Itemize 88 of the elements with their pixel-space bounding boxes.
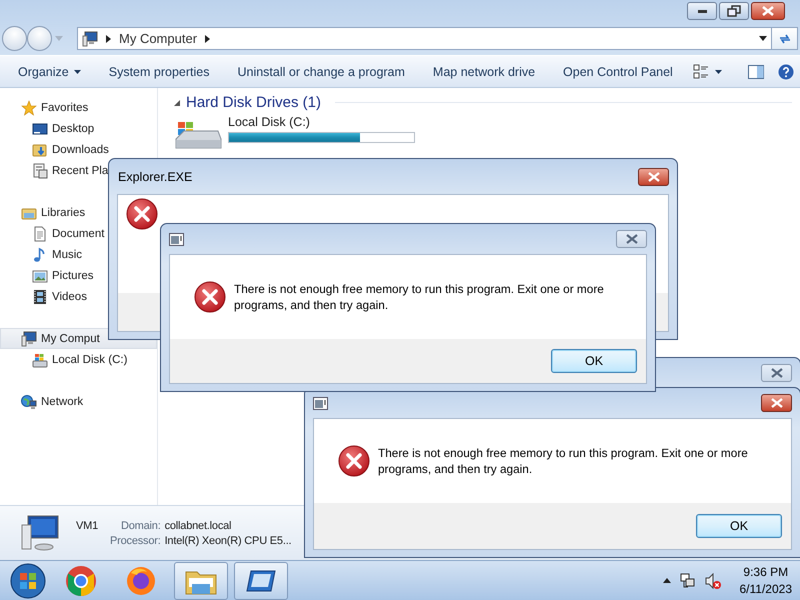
close-icon [648, 172, 660, 182]
recent-places-icon [32, 162, 48, 178]
refresh-icon [778, 32, 792, 44]
history-caret-icon [55, 36, 63, 42]
clock[interactable]: 9:36 PM 6/11/2023 [740, 565, 792, 596]
forward-button[interactable] [27, 26, 52, 51]
detail-label: Processor: [110, 534, 161, 546]
toolbar-button[interactable]: Map network drive [422, 60, 546, 82]
restore-icon [727, 5, 741, 17]
computer-icon [21, 330, 37, 346]
desktop-icon [32, 120, 48, 136]
taskbar-button[interactable] [234, 562, 288, 600]
minimize-button[interactable] [687, 2, 717, 20]
view-list-icon [692, 64, 709, 80]
computer-icon [20, 513, 60, 553]
sidebar-item[interactable]: Network [0, 391, 157, 412]
dropdown-caret-icon [714, 70, 722, 74]
toolbar-button[interactable]: Organize [8, 60, 91, 82]
close-icon [770, 398, 782, 408]
close-icon [761, 5, 775, 17]
sidebar-item[interactable]: Favorites [0, 97, 157, 118]
sidebar-item[interactable]: Libraries [0, 202, 157, 223]
error-message: There is not enough free memory to run this program. Exit one or more programs, and then try again. [378, 445, 749, 477]
firefox-icon [125, 564, 157, 596]
volume-muted-button[interactable] [704, 572, 720, 588]
close-button[interactable] [761, 364, 792, 382]
toolbar-button[interactable]: Open Control Panel [553, 60, 683, 82]
help-icon [778, 64, 794, 80]
toolbar-button[interactable]: System properties [98, 60, 220, 82]
download-folder-icon [32, 142, 48, 158]
sidebar-item[interactable]: Downloads [0, 139, 157, 160]
network-icon [680, 572, 696, 588]
dropdown-caret-icon [759, 36, 767, 41]
volume-muted-icon [704, 572, 720, 588]
network-button[interactable] [680, 572, 696, 588]
computer-icon [82, 30, 98, 46]
document-icon [32, 226, 48, 242]
show-hidden-icons-icon [662, 578, 670, 583]
sidebar-item[interactable]: Videos [0, 286, 157, 307]
help-button[interactable] [776, 62, 796, 82]
computer-name: VM1 [76, 520, 100, 532]
preview-pane-icon [748, 64, 764, 78]
breadcrumb-arrow-icon [205, 34, 210, 42]
sidebar-item[interactable]: Pictures [0, 265, 157, 286]
close-icon [770, 368, 782, 378]
address-bar[interactable]: My Computer [77, 27, 772, 50]
breadcrumb[interactable]: My Computer [119, 31, 198, 46]
restore-button[interactable] [719, 2, 749, 20]
close-button[interactable] [616, 230, 647, 248]
back-button[interactable] [2, 26, 27, 51]
drive-icon [32, 352, 48, 368]
close-button[interactable] [751, 2, 785, 20]
dialog-title: Explorer.EXE [117, 170, 192, 184]
sidebar-item[interactable]: Document [0, 223, 157, 244]
show-hidden-icons-button[interactable] [662, 578, 670, 583]
pictures-icon [32, 268, 48, 284]
sidebar-item[interactable]: Music [0, 244, 157, 265]
star-icon [21, 100, 37, 116]
network-icon [21, 394, 37, 410]
film-strip-icon [32, 288, 48, 304]
ok-button[interactable]: OK [551, 349, 637, 373]
drive-name[interactable]: Local Disk (C:) [228, 115, 415, 129]
toolbar-button[interactable]: Uninstall or change a program [227, 60, 415, 82]
preview-pane-button[interactable] [746, 62, 766, 80]
breadcrumb-arrow-icon [106, 34, 111, 42]
error-message: There is not enough free memory to run this program. Exit one or more programs, and then try again. [234, 281, 605, 313]
collapse-arrow-icon [174, 100, 180, 106]
error-icon [126, 198, 158, 230]
close-button[interactable] [638, 168, 669, 186]
detail-value: collabnet.local [164, 520, 232, 532]
detail-value: Intel(R) Xeon(R) CPU E5... [164, 534, 292, 546]
windows-orb-icon [10, 562, 46, 598]
error-icon [338, 445, 370, 477]
sidebar-item[interactable]: Local Disk (C:) [0, 349, 157, 370]
minimize-icon [698, 10, 706, 12]
sidebar-item[interactable]: Desktop [0, 118, 157, 139]
chrome-icon [65, 564, 97, 596]
error-icon [194, 281, 226, 313]
refresh-button[interactable] [772, 27, 798, 50]
close-icon [626, 234, 638, 244]
detail-label: Domain: [120, 520, 161, 532]
ok-button[interactable]: OK [696, 514, 782, 538]
group-header[interactable]: Hard Disk Drives (1) [186, 94, 322, 111]
view-options-button[interactable] [690, 62, 724, 82]
app-window-icon [245, 568, 277, 592]
start-button[interactable] [8, 560, 48, 600]
hard-drive-icon [174, 119, 222, 151]
close-button[interactable] [761, 394, 792, 412]
